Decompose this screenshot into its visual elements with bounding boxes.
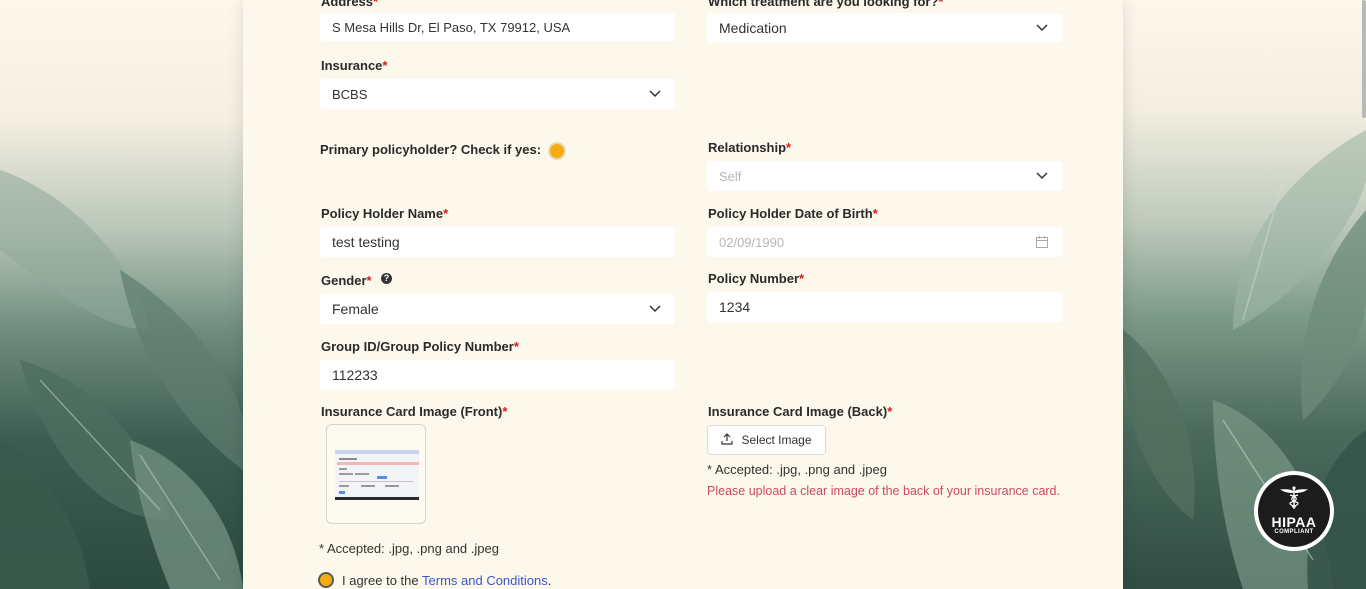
required-mark: *: [887, 404, 893, 419]
address-input[interactable]: S Mesa Hills Dr, El Paso, TX 79912, USA: [320, 13, 675, 41]
address-label-text: Address: [321, 0, 374, 9]
insurance-label: Insurance*: [321, 58, 387, 73]
terms-suffix: .: [547, 572, 552, 588]
foliage-art-left: [0, 170, 243, 589]
required-mark: *: [799, 271, 805, 286]
required-mark: *: [786, 140, 792, 155]
group-id-label: Group ID/Group Policy Number*: [321, 339, 519, 354]
chevron-down-icon: [1034, 168, 1050, 184]
treatment-select[interactable]: Medication: [707, 13, 1062, 43]
policy-holder-dob-label-text: Policy Holder Date of Birth: [708, 206, 873, 221]
hipaa-badge: HIPAA COMPLIANT: [1254, 471, 1334, 551]
gender-label: Gender*: [321, 273, 372, 288]
required-mark: *: [443, 206, 449, 221]
scrollbar-thumb[interactable]: [1362, 0, 1366, 118]
card-back-accepted-note: * Accepted: .jpg, .png and .jpeg: [707, 462, 887, 477]
policy-holder-dob-input[interactable]: 02/09/1990: [707, 227, 1062, 257]
terms-prefix: I agree to the: [342, 572, 419, 588]
chevron-down-icon: [647, 301, 663, 317]
help-icon[interactable]: ?: [381, 273, 392, 284]
card-front-accepted-note: * Accepted: .jpg, .png and .jpeg: [319, 541, 499, 556]
policy-holder-dob-placeholder: 02/09/1990: [719, 234, 785, 250]
chevron-down-icon: [1034, 20, 1050, 36]
required-mark: *: [366, 273, 372, 288]
required-mark: *: [513, 339, 519, 354]
insurance-select[interactable]: BCBS: [320, 79, 675, 109]
card-back-label: Insurance Card Image (Back)*: [708, 404, 892, 419]
terms-text: I agree to the Terms and Conditions.: [342, 573, 551, 588]
hipaa-title: HIPAA: [1271, 514, 1317, 530]
policy-holder-name-label-text: Policy Holder Name: [321, 206, 444, 221]
select-image-button[interactable]: Select Image: [707, 425, 826, 455]
card-front-image: [335, 450, 419, 500]
policy-holder-dob-label: Policy Holder Date of Birth*: [708, 206, 878, 221]
treatment-label-text: Which treatment are you looking for?: [708, 0, 939, 9]
address-value: S Mesa Hills Dr, El Paso, TX 79912, USA: [332, 19, 571, 35]
required-mark: *: [373, 0, 379, 9]
terms-checkbox[interactable]: [318, 572, 334, 588]
relationship-select[interactable]: Self: [707, 161, 1062, 191]
insurance-form-card: Address* S Mesa Hills Dr, El Paso, TX 79…: [243, 0, 1123, 589]
group-id-input[interactable]: 112233: [320, 360, 675, 390]
required-mark: *: [382, 58, 388, 73]
policy-holder-name-input[interactable]: test testing: [320, 227, 675, 257]
card-back-label-text: Insurance Card Image (Back): [708, 404, 888, 419]
policy-number-label-text: Policy Number: [708, 271, 800, 286]
card-front-label: Insurance Card Image (Front)*: [321, 404, 507, 419]
group-id-label-text: Group ID/Group Policy Number: [321, 339, 514, 354]
relationship-label: Relationship*: [708, 140, 791, 155]
terms-link[interactable]: Terms and Conditions: [422, 573, 548, 588]
policy-number-value: 1234: [719, 299, 751, 315]
primary-policyholder-label: Primary policyholder? Check if yes:: [320, 142, 542, 157]
card-front-label-text: Insurance Card Image (Front): [321, 404, 503, 419]
relationship-placeholder: Self: [719, 168, 742, 184]
address-label: Address*: [321, 0, 378, 9]
hipaa-badge-inner: HIPAA COMPLIANT: [1258, 475, 1330, 547]
hipaa-subtitle: COMPLIANT: [1274, 529, 1314, 535]
group-id-value: 112233: [332, 367, 378, 383]
policy-number-label: Policy Number*: [708, 271, 804, 286]
policy-holder-name-value: test testing: [332, 234, 400, 250]
insurance-label-text: Insurance: [321, 58, 383, 73]
treatment-value: Medication: [719, 20, 787, 36]
treatment-label: Which treatment are you looking for?*: [708, 0, 943, 9]
terms-agreement: I agree to the Terms and Conditions.: [318, 572, 551, 588]
primary-policyholder-checkbox[interactable]: [548, 142, 566, 160]
select-image-label: Select Image: [741, 433, 812, 447]
required-mark: *: [938, 0, 944, 9]
gender-select[interactable]: Female: [320, 294, 675, 324]
required-mark: *: [872, 206, 878, 221]
background-left-foliage: [0, 0, 243, 589]
gender-label-text: Gender: [321, 273, 367, 288]
card-front-thumbnail[interactable]: [326, 424, 426, 524]
card-back-error-message: Please upload a clear image of the back …: [707, 484, 1060, 498]
insurance-value: BCBS: [332, 86, 368, 102]
upload-icon: [721, 432, 734, 448]
calendar-icon[interactable]: [1034, 234, 1050, 250]
gender-value: Female: [332, 301, 379, 317]
required-mark: *: [502, 404, 508, 419]
caduceus-icon: [1279, 486, 1309, 515]
relationship-label-text: Relationship: [708, 140, 787, 155]
policy-number-input[interactable]: 1234: [707, 292, 1062, 322]
policy-holder-name-label: Policy Holder Name*: [321, 206, 448, 221]
chevron-down-icon: [647, 86, 663, 102]
